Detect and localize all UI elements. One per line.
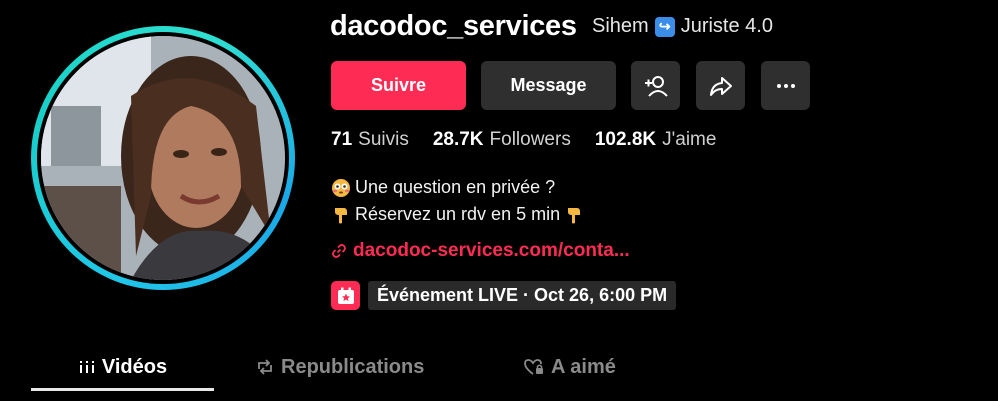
profile-link-text: dacodoc-services.com/conta... (353, 240, 630, 261)
flushed-face-icon (332, 178, 350, 197)
live-event-text: Événement LIVE · Oct 26, 6:00 PM (368, 281, 677, 310)
avatar[interactable] (31, 26, 295, 290)
repost-icon (258, 359, 272, 375)
bio: Une question en privée ? Réservez un rdv… (331, 174, 584, 228)
share-icon (709, 76, 732, 96)
profile-tabs: Vidéos Republications A aimé (31, 345, 651, 391)
tab-reposts-label: Republications (281, 355, 425, 378)
active-tab-indicator (31, 388, 214, 391)
avatar-photo (41, 36, 285, 280)
bio-line-1-text: Une question en privée ? (355, 177, 556, 197)
pointing-down-icon (335, 207, 347, 223)
stat-followers[interactable]: 28.7K Followers (433, 129, 571, 151)
more-button[interactable] (761, 61, 810, 110)
username: dacodoc_services (330, 10, 577, 42)
add-friend-button[interactable] (631, 61, 680, 110)
add-user-icon (644, 75, 668, 97)
profile-link[interactable]: dacodoc-services.com/conta... (331, 240, 630, 262)
bio-line-2: Réservez un rdv en 5 min (331, 201, 584, 228)
tab-videos-label: Vidéos (101, 355, 168, 378)
pointing-down-icon (568, 207, 581, 223)
link-icon (332, 244, 346, 258)
tab-liked-label: A aimé (551, 355, 616, 378)
stat-following-value: 71 (331, 129, 353, 150)
grid-bars-icon (79, 361, 94, 373)
live-event[interactable]: Événement LIVE · Oct 26, 6:00 PM (331, 281, 677, 310)
calendar-star-icon (331, 281, 360, 310)
nickname-text: Sihem (592, 15, 649, 37)
stats: 71 Suivis 28.7K Followers 102.8K J'aime (331, 129, 716, 151)
nickname-suffix: Juriste 4.0 (680, 15, 773, 37)
bio-line-1: Une question en privée ? (331, 174, 584, 201)
stat-following[interactable]: 71 Suivis (331, 129, 409, 151)
bio-line-2-text: Réservez un rdv en 5 min (355, 204, 561, 224)
stat-followers-label: Followers (489, 129, 571, 150)
nickname: Sihem ↪ Juriste 4.0 (592, 15, 773, 38)
tab-reposts[interactable]: Republications (255, 345, 424, 389)
heart-lock-icon (524, 359, 543, 375)
message-button[interactable]: Message (481, 61, 616, 110)
arrow-return-icon: ↪ (654, 16, 675, 37)
stat-likes-label: J'aime (662, 129, 717, 150)
stat-likes-value: 102.8K (594, 129, 657, 150)
stat-likes: 102.8K J'aime (595, 129, 717, 151)
share-button[interactable] (696, 61, 745, 110)
stat-following-label: Suivis (358, 129, 409, 150)
follow-button[interactable]: Suivre (331, 61, 466, 110)
more-dots-icon (776, 83, 795, 88)
tab-liked[interactable]: A aimé (523, 345, 616, 389)
tab-videos[interactable]: Vidéos (31, 345, 214, 389)
stat-followers-value: 28.7K (432, 129, 484, 150)
avatar-border (37, 32, 289, 284)
